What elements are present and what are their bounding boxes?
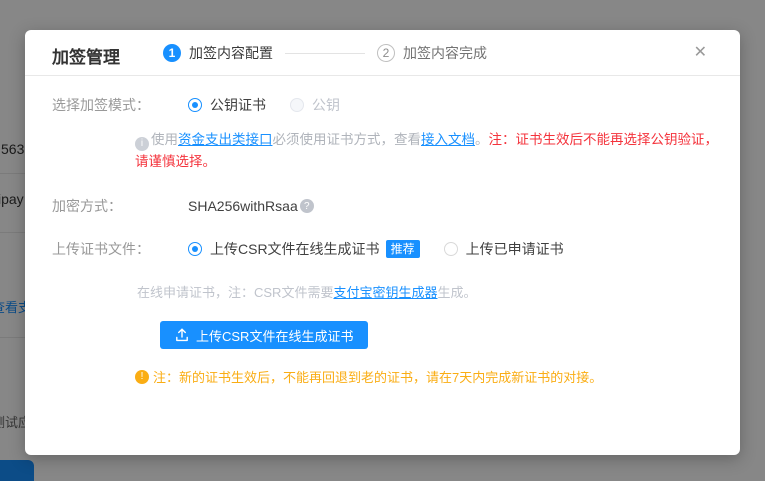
upload-icon [175,328,189,342]
hint-prefix: 在线申请证书，注：CSR文件需要 [137,285,333,300]
upload-cert-label: 上传证书文件： [52,239,188,259]
funds-api-link[interactable]: 资金支出类接口 [178,132,273,147]
radio-upload-csr-online[interactable]: 上传CSR文件在线生成证书 推荐 [188,239,420,259]
signature-management-dialog: 加签管理 1 加签内容配置 2 加签内容完成 ✕ 选择加签模式： [25,30,740,455]
steps-indicator: 1 加签内容配置 2 加签内容完成 [163,30,487,76]
radio-label: 上传已申请证书 [466,239,564,259]
step-connector [285,53,365,54]
radio-public-key[interactable]: 公钥 [290,95,340,115]
hint-suffix: 生成。 [437,285,476,300]
screen: 563 ipay 查看支 测试应 加签管理 1 加签内容配置 2 加签内容完成 [0,0,765,481]
upload-csr-button[interactable]: 上传CSR文件在线生成证书 [160,321,368,349]
encrypt-algorithm: SHA256withRsaa [188,198,298,214]
info-icon: i [135,137,149,151]
dialog-header: 加签管理 1 加签内容配置 2 加签内容完成 ✕ [25,30,740,76]
help-icon[interactable]: ? [300,199,314,213]
radio-label: 公钥证书 [210,95,266,115]
encrypt-method-label: 加密方式： [52,196,188,216]
tip-middle: 必须使用证书方式，查看 [273,132,422,147]
access-doc-link[interactable]: 接入文档 [421,132,475,147]
upload-cert-row: 上传证书文件： 上传CSR文件在线生成证书 推荐 上传已申请证书 [52,239,588,259]
cert-switch-notice: ! 注：新的证书生效后，不能再回退到老的证书，请在7天内完成新证书的对接。 [135,367,602,386]
radio-disabled-icon [290,98,304,112]
key-generator-link[interactable]: 支付宝密钥生成器 [333,285,437,300]
step-1-number: 1 [163,44,181,62]
encrypt-method-value: SHA256withRsaa ? [188,198,316,214]
sign-mode-row: 选择加签模式： 公钥证书 公钥 [52,95,364,115]
step-2-content-done: 2 加签内容完成 [377,43,487,63]
step-2-label: 加签内容完成 [403,43,487,63]
sign-mode-label: 选择加签模式： [52,95,188,115]
dialog-title: 加签管理 [52,43,120,68]
encrypt-method-row: 加密方式： SHA256withRsaa ? [52,196,316,216]
step-1-label: 加签内容配置 [189,43,273,63]
radio-public-key-cert[interactable]: 公钥证书 [188,95,266,115]
step-1-content-config: 1 加签内容配置 [163,43,273,63]
radio-upload-existing-cert[interactable]: 上传已申请证书 [444,239,564,259]
radio-checked-icon[interactable] [188,98,202,112]
radio-unchecked-icon[interactable] [444,242,458,256]
radio-label: 上传CSR文件在线生成证书 [210,239,380,259]
notice-text: 注：新的证书生效后，不能再回退到老的证书，请在7天内完成新证书的对接。 [153,367,602,386]
upload-hint: 在线申请证书，注：CSR文件需要支付宝密钥生成器生成。 [137,282,476,301]
upload-cert-radio-group: 上传CSR文件在线生成证书 推荐 上传已申请证书 [188,239,588,259]
sign-mode-radio-group: 公钥证书 公钥 [188,95,364,115]
radio-label: 公钥 [312,95,340,115]
step-2-number: 2 [377,44,395,62]
upload-button-label: 上传CSR文件在线生成证书 [196,326,353,345]
close-icon[interactable]: ✕ [694,43,707,63]
tip-prefix: 使用 [151,132,178,147]
mode-tip: i使用资金支出类接口必须使用证书方式，查看接入文档。注：证书生效后不能再选择公钥… [135,129,720,173]
warning-icon: ! [135,370,149,384]
recommended-badge: 推荐 [386,240,420,258]
tip-period: 。 [475,132,489,147]
radio-checked-icon[interactable] [188,242,202,256]
